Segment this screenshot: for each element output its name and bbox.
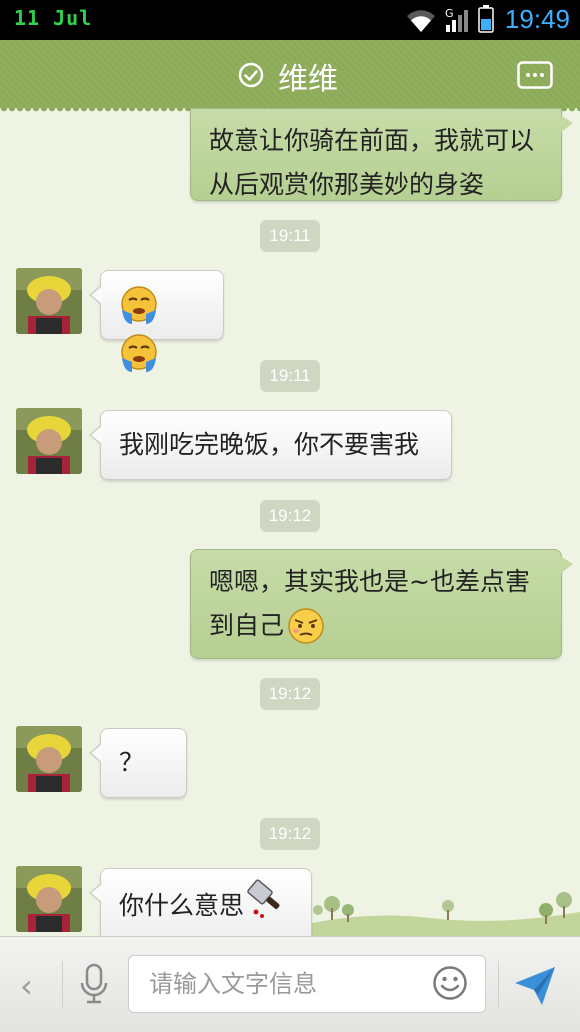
- message-timestamp: 19:12: [260, 500, 320, 532]
- message-bubble-incoming[interactable]: [89, 270, 224, 372]
- message-bubble-outgoing[interactable]: 故意让你骑在前面，我就可以从后观赏你那美妙的身姿: [190, 108, 573, 201]
- chevron-left-icon[interactable]: ‹: [20, 967, 33, 1005]
- message-text: 你什么意思: [119, 891, 245, 920]
- message-bubble-outgoing[interactable]: 嗯嗯，其实我也是~也差点害到自己: [190, 549, 573, 659]
- avatar-photo: [16, 268, 82, 334]
- title-bar: 维维: [0, 40, 580, 114]
- knife-emoji: [247, 879, 280, 918]
- divider: [498, 961, 499, 1009]
- message-text: 故意让你骑在前面，我就可以从后观赏你那美妙的身姿: [209, 126, 535, 199]
- message-timestamp: 19:11: [260, 360, 320, 392]
- message-text: ？: [119, 748, 145, 777]
- message-text: 嗯嗯，其实我也是~也差点害到自己: [209, 567, 530, 640]
- message-timestamp: 19:12: [260, 818, 320, 850]
- network-type: G: [445, 7, 454, 20]
- message-input-placeholder: 请输入文字信息: [149, 970, 317, 998]
- signal-icon: G: [445, 7, 468, 32]
- divider: [62, 961, 63, 1009]
- avatar-photo: [16, 726, 82, 792]
- smiley-icon[interactable]: [432, 965, 468, 1001]
- avatar-photo: [16, 408, 82, 474]
- chat-area[interactable]: 故意让你骑在前面，我就可以从后观赏你那美妙的身姿 19:11 19:11 我刚吃…: [0, 108, 580, 936]
- status-time: 19:49: [504, 4, 570, 34]
- message-text: 我刚吃完晚饭，你不要害我: [119, 430, 420, 459]
- message-timestamp: 19:11: [260, 220, 320, 252]
- chat-title: 维维: [278, 62, 338, 97]
- message-bubble-incoming[interactable]: ？: [89, 728, 187, 798]
- input-bar: ‹ 请输入文字信息: [0, 936, 580, 1032]
- more-icon[interactable]: [517, 61, 553, 89]
- message-timestamp: 19:12: [260, 678, 320, 710]
- avatar[interactable]: [16, 408, 82, 474]
- check-icon: [238, 62, 264, 88]
- embarrassed-emoji: [288, 608, 324, 644]
- avatar[interactable]: [16, 268, 82, 334]
- status-date: 11 Jul: [14, 6, 93, 30]
- send-icon[interactable]: [512, 963, 558, 1009]
- crying-emoji: [121, 286, 157, 324]
- avatar[interactable]: [16, 726, 82, 792]
- wifi-icon: [407, 10, 435, 32]
- status-bar: 11 Jul G 19:49: [0, 0, 580, 40]
- microphone-icon[interactable]: [78, 961, 110, 1007]
- message-bubble-incoming[interactable]: 我刚吃完晚饭，你不要害我: [89, 410, 452, 480]
- avatar[interactable]: [16, 866, 82, 932]
- message-bubble-incoming[interactable]: 你什么意思: [89, 868, 312, 936]
- avatar-photo: [16, 866, 82, 932]
- battery-icon: [478, 5, 494, 33]
- crying-emoji: [121, 334, 157, 372]
